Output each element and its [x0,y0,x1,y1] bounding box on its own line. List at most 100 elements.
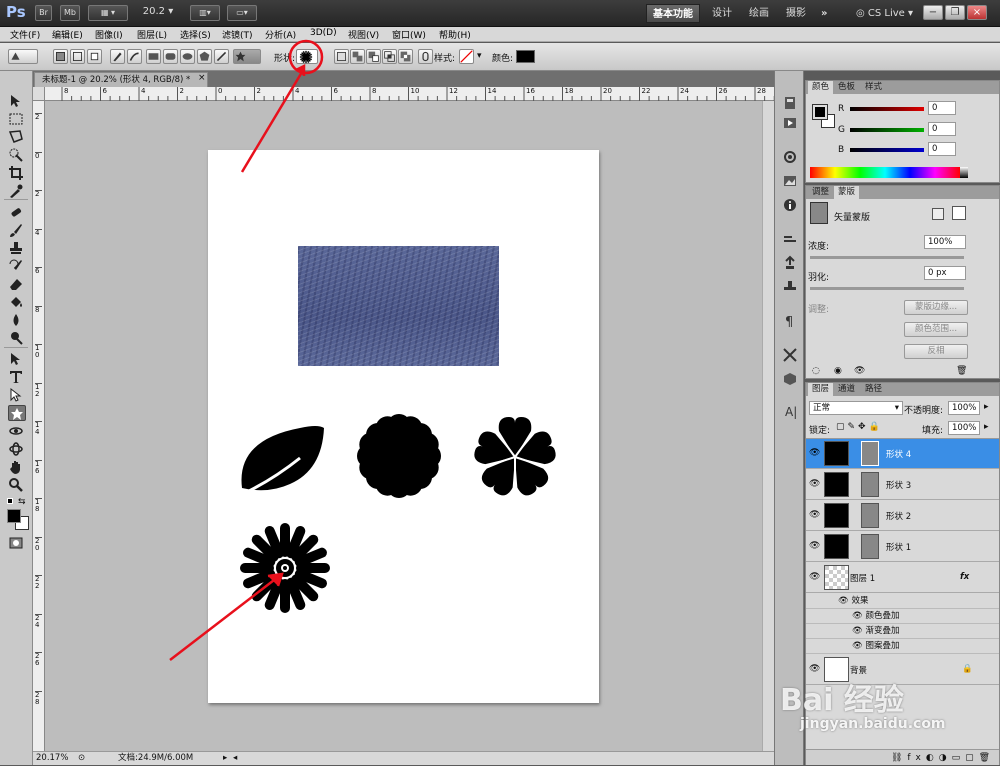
delete-mask-icon[interactable]: 🗑 [956,366,967,376]
custom-shape-tool-button[interactable] [233,49,261,64]
ellipse-shape-icon[interactable] [180,49,195,64]
history-brush-tool-icon[interactable] [8,258,26,274]
move-tool-icon[interactable] [8,93,26,109]
actions-panel-icon[interactable] [782,115,798,131]
line-shape-icon[interactable] [214,49,229,64]
layer-shape-1[interactable]: 👁 形状 1 [806,532,999,562]
tool-preset-picker[interactable] [8,49,38,64]
vertical-scrollbar[interactable] [762,101,774,751]
close-document-icon[interactable]: × [198,73,206,84]
quick-mask-icon[interactable] [8,535,26,551]
layers-footer-icons[interactable]: ⛓fx◐◑▭▢🗑 [806,749,999,765]
marquee-tool-icon[interactable] [8,111,26,127]
mask-edge-button[interactable]: 蒙版边缘... [904,300,968,315]
minimize-button[interactable]: − [923,5,943,20]
3d-rotate-tool-icon[interactable] [8,423,26,439]
document-tab[interactable]: 未标题-1 @ 20.2% (形状 4, RGB/8) * [34,72,208,87]
tab-channels[interactable]: 通道 [834,383,859,396]
menu-3d[interactable]: 3D(D) [310,28,337,38]
visibility-eye-icon[interactable]: 👁 [809,541,820,551]
effect-pattern-overlay[interactable]: 👁 图案叠加 [806,639,999,654]
tab-color[interactable]: 颜色 [808,81,834,94]
fill-arrow[interactable]: ▸ [984,422,989,432]
path-selection-tool-icon[interactable] [8,351,26,367]
workspace-design[interactable]: 设计 [706,4,738,23]
style-dropdown-arrow[interactable]: ▾ [477,51,482,61]
density-slider[interactable] [810,256,964,259]
workspace-essentials[interactable]: 基本功能 [646,4,700,23]
horizontal-ruler[interactable]: 8 6 4 2 0 2 4 6 8 10 12 14 16 18 20 22 24 26 28 [45,87,774,101]
foreground-color-chip[interactable] [812,104,828,120]
menu-help[interactable]: 帮助(H) [439,28,471,41]
green-slider[interactable] [850,128,924,132]
shape-layers-mode-button[interactable] [53,49,68,64]
default-colors-icon[interactable] [7,498,13,504]
screen-mode-menu[interactable]: ▭▾ [227,5,257,21]
menu-analysis[interactable]: 分析(A) [265,28,296,41]
3d-panel-icon[interactable] [782,371,798,387]
view-extras-menu[interactable]: ▦ ▾ [88,5,128,21]
clone-stamp-tool-icon[interactable] [8,240,26,256]
blue-value[interactable]: 0 [928,142,956,156]
paragraph-panel-icon[interactable]: ¶ [782,313,798,330]
effect-gradient-overlay[interactable]: 👁 渐变叠加 [806,624,999,639]
direct-selection-tool-icon[interactable] [8,387,26,403]
menu-select[interactable]: 选择(S) [180,28,211,41]
custom-shape-tool-icon[interactable] [8,405,26,421]
polygon-shape-icon[interactable] [197,49,212,64]
add-shape-mode-icon[interactable] [350,49,365,64]
dodge-tool-icon[interactable] [8,330,26,346]
rectangle-shape-icon[interactable] [146,49,161,64]
view-mask-icon[interactable]: 👁 [854,366,865,376]
green-value[interactable]: 0 [928,122,956,136]
history-panel-icon[interactable] [782,95,798,111]
pen-tool-icon[interactable] [110,49,125,64]
rounded-rectangle-icon[interactable] [163,49,178,64]
blue-slider[interactable] [850,148,924,152]
visibility-eye-icon[interactable]: 👁 [809,510,820,520]
tab-paths[interactable]: 路径 [861,383,886,396]
link-layer-style-icon[interactable] [418,49,433,64]
tab-styles[interactable]: 样式 [861,81,886,94]
menu-filter[interactable]: 滤镜(T) [222,28,253,41]
cs-live-button[interactable]: ◎ CS Live ▾ [850,4,919,23]
pixel-mask-button[interactable] [932,208,944,220]
clone-source-panel-icon[interactable] [782,255,798,271]
brushes-panel-icon[interactable] [782,149,798,165]
fill-value[interactable]: 100% [948,421,980,435]
ruler-origin[interactable] [33,87,45,101]
visibility-eye-icon[interactable]: 👁 [809,572,820,582]
scroll-left-arrow[interactable]: ◂ [233,752,237,764]
feather-value[interactable]: 0 px [924,266,966,280]
crop-tool-icon[interactable] [8,165,26,181]
quick-selection-tool-icon[interactable] [8,147,26,163]
paint-bucket-tool-icon[interactable] [8,294,26,310]
layer-shape-4[interactable]: 👁 形状 4 [806,439,999,469]
status-menu-arrow[interactable]: ▸ [223,752,227,764]
layer-shape-2[interactable]: 👁 形状 2 [806,501,999,531]
paths-mode-button[interactable] [70,49,85,64]
vector-mask-button[interactable] [952,206,966,220]
vertical-ruler[interactable]: 2 0 2 4 6 8 1 0 1 2 1 4 1 6 1 8 2 0 2 2 2 4 2 6 2 8 [33,101,45,751]
menu-window[interactable]: 窗口(W) [392,28,426,41]
blur-tool-icon[interactable] [8,312,26,328]
custom-shape-picker[interactable] [296,49,318,64]
tab-layers[interactable]: 图层 [808,383,834,396]
lasso-tool-icon[interactable] [8,129,26,145]
tool-presets-panel-icon[interactable] [782,347,798,363]
menu-layer[interactable]: 图层(L) [137,28,167,41]
opacity-arrow[interactable]: ▸ [984,402,989,412]
load-selection-icon[interactable]: ◌ [812,366,820,376]
apply-mask-icon[interactable]: ◉ [834,366,842,376]
shape-color-swatch[interactable] [516,50,535,63]
new-layer-mode-icon[interactable] [334,49,349,64]
3d-orbit-tool-icon[interactable] [8,441,26,457]
eraser-tool-icon[interactable] [8,276,26,292]
zoom-tool-icon[interactable] [8,477,26,493]
style-picker[interactable] [459,49,474,64]
visibility-eye-icon[interactable]: 👁 [809,664,820,674]
tab-adjustments[interactable]: 调整 [808,186,833,199]
bridge-button[interactable]: Br [35,5,52,21]
subtract-shape-mode-icon[interactable] [366,49,381,64]
menu-image[interactable]: 图像(I) [95,28,123,41]
